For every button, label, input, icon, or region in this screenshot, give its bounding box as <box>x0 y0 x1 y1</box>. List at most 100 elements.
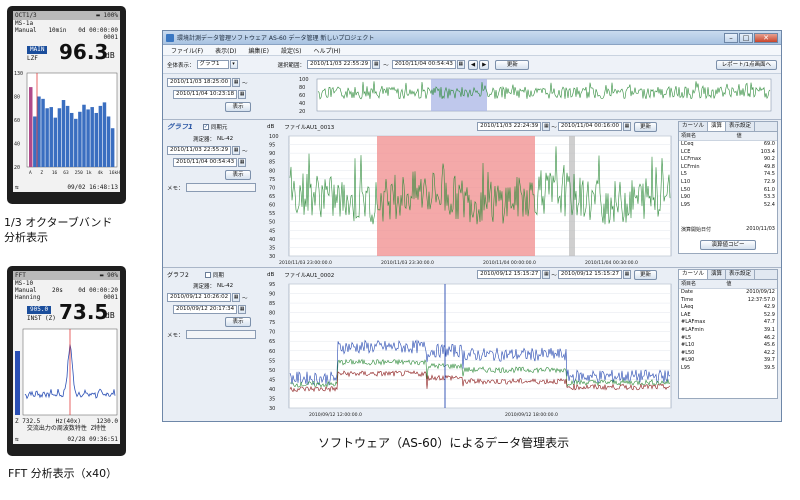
calendar-icon[interactable]: ▦ <box>542 122 551 131</box>
graph2-title: グラフ2 <box>167 272 189 279</box>
chevron-down-icon[interactable]: ▾ <box>229 60 238 69</box>
calendar-icon[interactable]: ▦ <box>232 146 241 155</box>
overview-chart[interactable]: 100 80 60 40 20 <box>297 77 773 113</box>
graph1-display-button[interactable]: 表示 <box>225 170 251 180</box>
calendar-icon[interactable]: ▦ <box>238 305 247 314</box>
calendar-icon[interactable]: ▦ <box>238 90 247 99</box>
calc-copy-button[interactable]: 演算値コピー <box>700 240 756 250</box>
item-value: 69.0 <box>763 141 775 147</box>
graph1-update-button[interactable]: 更新 <box>633 121 657 132</box>
tab-calc[interactable]: 演算 <box>708 270 727 279</box>
y-tick-label: 70 <box>269 330 275 336</box>
fft-start-freq: Z 732.5 <box>15 418 41 425</box>
graph1-chart[interactable]: 100 95 90 85 80 75 70 65 60 55 50 45 40 35 30 2010/11/0… <box>267 132 677 266</box>
memo-field[interactable] <box>185 330 256 339</box>
overview-end-field[interactable]: 2010/11/04 10:23:18 <box>173 90 238 99</box>
calendar-icon[interactable]: ▦ <box>232 78 241 87</box>
tab-display-settings[interactable]: 表示設定 <box>726 270 756 279</box>
item-value: 39.1 <box>763 326 775 333</box>
graph2-end-field[interactable]: 2010/09/12 20:17:34 <box>173 305 238 314</box>
unit-label: dB <box>267 123 275 130</box>
tab-cursor[interactable]: カーソル <box>679 122 709 131</box>
calendar-icon[interactable]: ▦ <box>232 293 241 302</box>
menu-help[interactable]: ヘルプ(H) <box>313 46 340 55</box>
next-arrow-button[interactable]: ▶ <box>479 59 490 70</box>
minimize-button[interactable]: – <box>724 32 738 43</box>
range-end-field[interactable]: 2010/11/04 00:54:43 <box>391 60 456 69</box>
table-row: LCeq 69.0 <box>679 141 777 149</box>
item-value: 90.2 <box>763 156 775 163</box>
tab-calc[interactable]: 演算 <box>708 122 727 131</box>
fft-lcd: FFT ▬ 90% MS-10 Manual 20s 0d 00:00:20 Han… <box>13 271 120 444</box>
item-name: LAeq <box>681 304 694 311</box>
y-tick-label: 55 <box>269 358 275 364</box>
graph2-plot-start[interactable]: 2010/09/12 15:15:27 <box>477 270 542 279</box>
graph2-update-button[interactable]: 更新 <box>633 269 657 280</box>
graph1-plot-end[interactable]: 2010/11/04 00:16:00 <box>557 122 622 131</box>
calendar-icon[interactable]: ▦ <box>542 270 551 279</box>
display-mode-select[interactable]: グラフ1 <box>196 60 229 69</box>
band-bar <box>37 96 41 167</box>
table-row: Date 2010/09/12 <box>679 289 777 297</box>
item-name: L5 <box>681 171 687 178</box>
graph1-end-field[interactable]: 2010/11/04 00:54:43 <box>173 158 238 167</box>
range-start-field[interactable]: 2010/11/03 22:55:29 <box>307 60 372 69</box>
calendar-icon[interactable]: ▦ <box>238 158 247 167</box>
as60-window: 環境計測データ管理ソフトウェア AS-60 データ管理 新しいプロジェクト – … <box>162 30 782 422</box>
graph1-plot-start[interactable]: 2010/11/03 22:24:39 <box>477 122 542 131</box>
x-tick-label: 2010/11/03 23:00:00.0 <box>279 260 332 266</box>
menu-edit[interactable]: 編集(E) <box>248 46 268 55</box>
item-value: 12:37:57.0 <box>747 296 775 303</box>
prev-arrow-button[interactable]: ◀ <box>467 59 479 70</box>
item-name: LAE <box>681 311 691 318</box>
close-button[interactable]: ✕ <box>754 32 778 43</box>
y-tick-label: 50 <box>269 368 275 374</box>
band-bar <box>45 108 49 167</box>
overview-display-button[interactable]: 表示 <box>225 102 251 112</box>
item-value: 61.0 <box>763 186 775 193</box>
graph2-chart[interactable]: 95 90 85 80 75 70 65 60 55 50 45 40 35 30 2010/09/12 1… <box>267 280 677 420</box>
y-tick-label: 45 <box>269 228 275 234</box>
y-tick-label: 35 <box>269 245 275 251</box>
graph1-start-field[interactable]: 2010/11/03 22:55:29 <box>167 146 232 155</box>
graph2-plot-end[interactable]: 2010/09/12 15:15:27 <box>557 270 622 279</box>
x-tick-label: 63 <box>63 170 69 176</box>
graph2-display-button[interactable]: 表示 <box>225 317 251 327</box>
calendar-icon[interactable]: ▦ <box>622 270 631 279</box>
y-tick-label: 80 <box>269 311 275 317</box>
report-button[interactable]: レポート/1点画面へ <box>715 59 777 70</box>
column-header-item: 項目名 <box>679 280 725 289</box>
sync-checkbox[interactable] <box>204 271 211 278</box>
x-tick-label: 4k <box>98 170 104 176</box>
item-name: LCFmax <box>681 156 702 163</box>
fft-caption: FFT 分析表示（x40） <box>8 467 118 480</box>
y-tick-label: 40 <box>299 101 305 107</box>
tab-cursor[interactable]: カーソル <box>679 270 709 279</box>
x-tick-label: 2010/09/12 12:00:00.0 <box>309 412 362 418</box>
y-tick-label: 60 <box>14 118 20 124</box>
table-row: L95 52.4 <box>679 202 777 210</box>
calendar-icon[interactable]: ▦ <box>372 60 381 69</box>
overview-start-field[interactable]: 2010/11/03 18:25:00 <box>167 78 232 87</box>
weighting-label: LZF <box>27 55 38 62</box>
calc-start-label: 演算開始日付 <box>681 227 712 233</box>
menu-view[interactable]: 表示(D) <box>215 46 236 55</box>
maximize-button[interactable]: □ <box>739 32 753 43</box>
y-tick-label: 30 <box>269 254 275 260</box>
menu-file[interactable]: ファイル(F) <box>171 46 203 55</box>
calendar-icon[interactable]: ▦ <box>622 122 631 131</box>
graph2-start-field[interactable]: 2010/09/12 10:26:02 <box>167 293 232 302</box>
fft-info-line: 交流出力の周波数特性 Z特性 <box>26 425 107 432</box>
graph2-plot-area <box>288 283 672 409</box>
tab-display-settings[interactable]: 表示設定 <box>726 122 756 131</box>
update-button[interactable]: 更新 <box>495 59 530 70</box>
table-row: #L50 42.2 <box>679 350 777 358</box>
memo-field[interactable] <box>185 183 256 192</box>
item-name: LCE <box>681 148 691 155</box>
table-row: LAE 52.9 <box>679 312 777 320</box>
measure-mode: Manual <box>15 27 37 34</box>
calendar-icon[interactable]: ▦ <box>456 60 465 69</box>
memo-label: メモ： <box>167 185 184 192</box>
sync-source-checkbox[interactable] <box>202 124 209 130</box>
menu-settings[interactable]: 設定(S) <box>281 46 302 55</box>
